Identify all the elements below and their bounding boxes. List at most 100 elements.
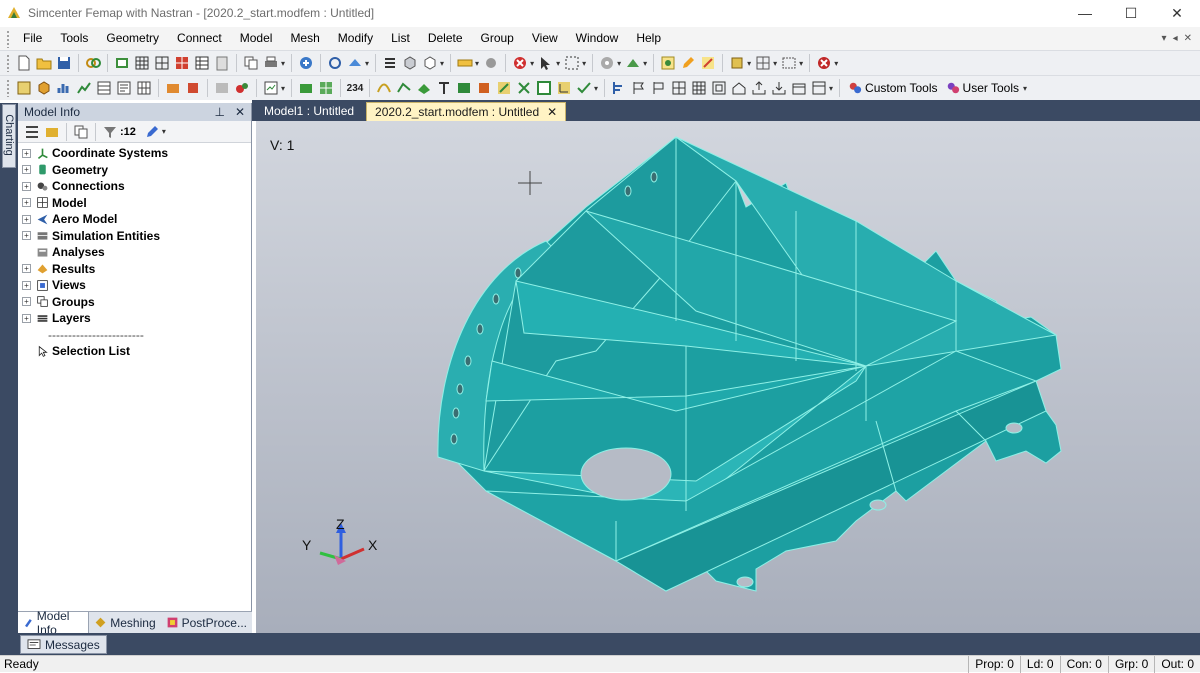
dropdown-arrow-icon[interactable]: ▾: [834, 59, 838, 68]
save-icon[interactable]: [55, 54, 73, 72]
snap-icon[interactable]: [326, 54, 344, 72]
tab-start-modfem[interactable]: 2020.2_start.modfem : Untitled ✕: [366, 102, 567, 122]
toolbar-grip[interactable]: [6, 54, 10, 72]
graphics-viewport[interactable]: V: 1 Z Y X: [256, 121, 1200, 633]
stop-icon[interactable]: [511, 54, 529, 72]
layer-stack-icon[interactable]: [728, 54, 746, 72]
expand-icon[interactable]: +: [22, 231, 31, 241]
data-grid-icon[interactable]: [135, 79, 153, 97]
custom-tools-button[interactable]: Custom Tools: [844, 81, 941, 95]
expand-icon[interactable]: +: [22, 280, 31, 290]
tree-item-groups[interactable]: + Groups: [18, 294, 251, 311]
user-tools-button[interactable]: User Tools: [942, 81, 1023, 95]
tree-item-simulation-entities[interactable]: + Simulation Entities: [18, 228, 251, 245]
dropdown-arrow-icon[interactable]: ▾: [829, 84, 833, 93]
element-filter-icon[interactable]: [624, 54, 642, 72]
dropdown-arrow-icon[interactable]: ▾: [617, 59, 621, 68]
tile-small-icon[interactable]: [690, 79, 708, 97]
dropdown-arrow-icon[interactable]: ▾: [747, 59, 751, 68]
tab-model-info[interactable]: Model Info: [18, 609, 90, 637]
dropdown-arrow-icon[interactable]: ▾: [556, 59, 560, 68]
tree-copy-icon[interactable]: [72, 123, 90, 141]
solid-cube-icon[interactable]: [35, 79, 53, 97]
display-toggle-icon[interactable]: [659, 54, 677, 72]
menu-mesh[interactable]: Mesh: [281, 27, 328, 50]
maximize-button[interactable]: ☐: [1108, 0, 1154, 26]
ruler-icon[interactable]: [456, 54, 474, 72]
surface-icon[interactable]: [415, 79, 433, 97]
coord-icon[interactable]: [555, 79, 573, 97]
marquee-icon[interactable]: [780, 54, 798, 72]
model-canvas[interactable]: Z Y X: [256, 121, 1200, 633]
new-model-icon[interactable]: [113, 54, 131, 72]
mesh-table-icon[interactable]: [193, 54, 211, 72]
tree-item-selection-list[interactable]: Selection List: [18, 343, 251, 360]
menu-help[interactable]: Help: [627, 27, 670, 50]
expand-icon[interactable]: +: [22, 198, 31, 208]
solid-icon[interactable]: [455, 79, 473, 97]
dropdown-arrow-icon[interactable]: ▾: [582, 59, 586, 68]
tab-close-icon[interactable]: ✕: [547, 103, 557, 122]
menu-tools[interactable]: Tools: [51, 27, 97, 50]
charting-tab[interactable]: Charting: [2, 104, 16, 168]
tree-edit-icon[interactable]: [43, 123, 61, 141]
tile-icon[interactable]: [670, 79, 688, 97]
dropdown-arrow-icon[interactable]: ▾: [475, 59, 479, 68]
spline-icon[interactable]: [395, 79, 413, 97]
workplane-icon[interactable]: [346, 54, 364, 72]
boolean-icon[interactable]: [495, 79, 513, 97]
print-icon[interactable]: [262, 54, 280, 72]
dropdown-arrow-icon[interactable]: ▾: [799, 59, 803, 68]
menu-geometry[interactable]: Geometry: [97, 27, 168, 50]
flag-alt-icon[interactable]: [650, 79, 668, 97]
menu-group[interactable]: Group: [472, 27, 523, 50]
pick-box-icon[interactable]: [563, 54, 581, 72]
mesh-surface-icon[interactable]: [297, 79, 315, 97]
expand-icon[interactable]: +: [22, 313, 31, 323]
dropdown-arrow-icon[interactable]: ▾: [530, 59, 534, 68]
menu-list[interactable]: List: [382, 27, 419, 50]
mesh-red-icon[interactable]: [173, 54, 191, 72]
constraint-icon[interactable]: [233, 79, 251, 97]
mdi-restore-icon[interactable]: ◂: [1173, 33, 1178, 44]
pencil-icon[interactable]: [679, 54, 697, 72]
expand-icon[interactable]: +: [22, 181, 31, 191]
dropdown-arrow-icon[interactable]: ▾: [281, 84, 285, 93]
load-icon[interactable]: [213, 79, 231, 97]
grid-icon[interactable]: [133, 54, 151, 72]
view-box-icon[interactable]: [421, 54, 439, 72]
minimize-button[interactable]: —: [1062, 0, 1108, 26]
view-cube-icon[interactable]: [401, 54, 419, 72]
tree-item-aero-model[interactable]: + Aero Model: [18, 211, 251, 228]
material-icon[interactable]: [164, 79, 182, 97]
curve-icon[interactable]: [375, 79, 393, 97]
tree-item-coordinate-systems[interactable]: + Coordinate Systems: [18, 145, 251, 162]
flag-icon[interactable]: [630, 79, 648, 97]
align-icon[interactable]: [610, 79, 628, 97]
menu-connect[interactable]: Connect: [168, 27, 231, 50]
report-icon[interactable]: [262, 79, 280, 97]
menu-grip[interactable]: [6, 29, 10, 48]
expand-icon[interactable]: +: [22, 214, 31, 224]
text-icon[interactable]: [435, 79, 453, 97]
entity-type-icon[interactable]: [15, 79, 33, 97]
clipboard-icon[interactable]: [213, 54, 231, 72]
highlight-icon[interactable]: [699, 54, 717, 72]
menu-modify[interactable]: Modify: [329, 27, 382, 50]
expand-icon[interactable]: +: [22, 165, 31, 175]
dropdown-arrow-icon[interactable]: ▾: [281, 59, 285, 68]
element-icon[interactable]: [535, 79, 553, 97]
cancel-red-icon[interactable]: [815, 54, 833, 72]
list-icon[interactable]: [381, 54, 399, 72]
menu-window[interactable]: Window: [567, 27, 628, 50]
node-icon[interactable]: [515, 79, 533, 97]
chart-bars-icon[interactable]: [55, 79, 73, 97]
import-icon[interactable]: [770, 79, 788, 97]
volume-icon[interactable]: [475, 79, 493, 97]
tree-item-connections[interactable]: + Connections: [18, 178, 251, 195]
panel-close-icon[interactable]: ✕: [235, 105, 245, 119]
dropdown-arrow-icon[interactable]: ▾: [1023, 84, 1027, 93]
dropdown-arrow-icon[interactable]: ▾: [162, 127, 166, 136]
export-icon[interactable]: [750, 79, 768, 97]
fem-model[interactable]: [437, 136, 1062, 592]
